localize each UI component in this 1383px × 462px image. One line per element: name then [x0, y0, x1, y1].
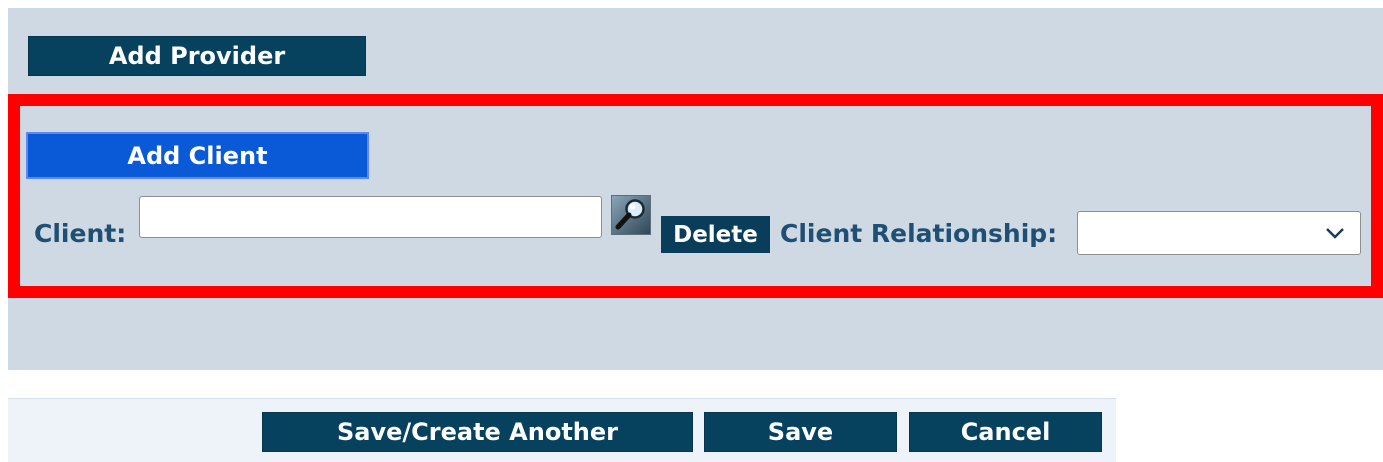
chevron-down-icon [1326, 228, 1344, 239]
save-button[interactable]: Save [704, 412, 897, 452]
add-client-button[interactable]: Add Client [26, 132, 369, 179]
client-label: Client: [34, 219, 127, 248]
client-relationship-label: Client Relationship: [780, 219, 1058, 248]
client-input[interactable] [139, 196, 602, 238]
add-provider-button[interactable]: Add Provider [28, 36, 366, 76]
client-relationship-select[interactable] [1077, 211, 1361, 255]
search-icon[interactable] [611, 195, 651, 235]
delete-button[interactable]: Delete [661, 216, 770, 253]
cancel-button[interactable]: Cancel [909, 412, 1102, 452]
save-create-another-button[interactable]: Save/Create Another [262, 412, 693, 452]
